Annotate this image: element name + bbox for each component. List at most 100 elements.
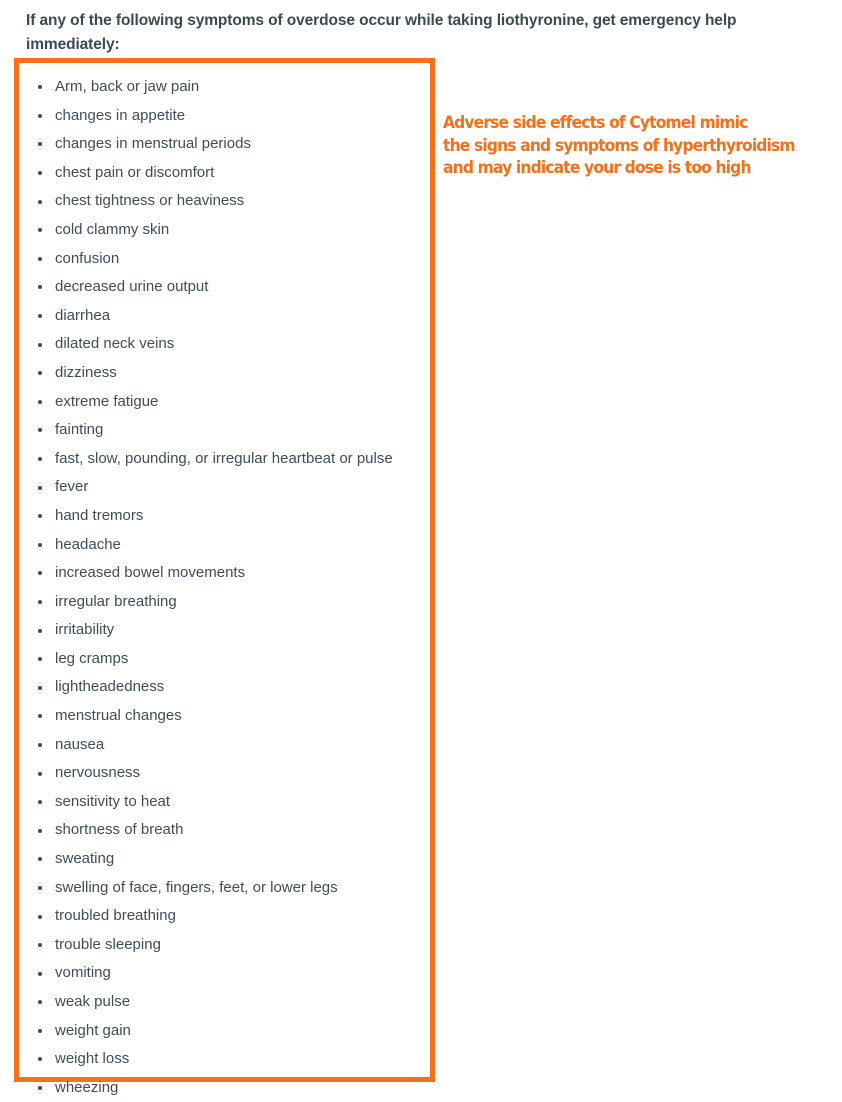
- bullet-icon: [38, 457, 42, 462]
- bullet-icon: [38, 571, 42, 576]
- bullet-icon: [38, 742, 42, 747]
- list-item-label: fainting: [55, 421, 104, 439]
- list-item: weak pulse: [19, 988, 430, 1017]
- list-item-label: shortness of breath: [55, 821, 184, 839]
- bullet-icon: [38, 85, 42, 90]
- list-item-label: troubled breathing: [55, 907, 176, 925]
- bullet-icon: [38, 914, 42, 919]
- bullet-icon: [38, 113, 42, 118]
- bullet-icon: [38, 399, 42, 404]
- list-item-label: nervousness: [55, 764, 141, 782]
- list-item: hand tremors: [19, 502, 430, 531]
- list-item: extreme fatigue: [19, 388, 430, 417]
- bullet-icon: [38, 599, 42, 604]
- list-item-label: leg cramps: [55, 649, 129, 667]
- list-item-label: changes in menstrual periods: [55, 135, 251, 153]
- list-item: troubled breathing: [19, 902, 430, 931]
- list-item-label: chest tightness or heaviness: [55, 192, 245, 210]
- list-item: sensitivity to heat: [19, 788, 430, 817]
- list-item-label: headache: [55, 535, 121, 553]
- list-item-label: lightheadedness: [55, 678, 165, 696]
- list-item: dilated neck veins: [19, 330, 430, 359]
- list-item: decreased urine output: [19, 273, 430, 302]
- bullet-icon: [38, 428, 42, 433]
- page-root: If any of the following symptoms of over…: [0, 0, 842, 1096]
- list-item: headache: [19, 531, 430, 560]
- bullet-icon: [38, 199, 42, 204]
- list-item-label: irritability: [55, 621, 115, 639]
- bullet-icon: [38, 885, 42, 890]
- list-item-label: sensitivity to heat: [55, 792, 171, 810]
- list-item: Arm, back or jaw pain: [19, 73, 430, 102]
- overdose-symptom-list: Arm, back or jaw pain changes in appetite…: [19, 73, 430, 1102]
- list-item: changes in menstrual periods: [19, 130, 430, 159]
- list-item: changes in appetite: [19, 102, 430, 131]
- bullet-icon: [38, 142, 42, 147]
- list-item: trouble sleeping: [19, 931, 430, 960]
- list-item-label: extreme fatigue: [55, 392, 159, 410]
- list-item: lightheadedness: [19, 673, 430, 702]
- annotation-line: and may indicate your dose is too high: [443, 158, 751, 177]
- list-item-label: swelling of face, fingers, feet, or lowe…: [55, 878, 338, 896]
- list-item-label: increased bowel movements: [55, 564, 246, 582]
- bullet-icon: [38, 1000, 42, 1005]
- bullet-icon: [38, 514, 42, 519]
- annotation-callout: Adverse side effects of Cytomel mimic the…: [443, 112, 833, 180]
- list-item: swelling of face, fingers, feet, or lowe…: [19, 874, 430, 903]
- list-item-label: weak pulse: [55, 993, 131, 1010]
- bullet-icon: [38, 285, 42, 290]
- list-item-label: confusion: [55, 249, 120, 267]
- bullet-icon: [38, 342, 42, 347]
- list-item: cold clammy skin: [19, 216, 430, 245]
- list-item: menstrual changes: [19, 702, 430, 731]
- list-item-label: trouble sleeping: [55, 935, 161, 953]
- list-item-label: diarrhea: [55, 306, 111, 324]
- list-item-label: dilated neck veins: [55, 335, 175, 353]
- list-item: fever: [19, 473, 430, 502]
- list-item-label: cold clammy skin: [55, 220, 170, 238]
- list-item: confusion: [19, 245, 430, 274]
- list-item-label: irregular breathing: [55, 592, 177, 610]
- bullet-icon: [38, 485, 42, 490]
- list-item-label: weight loss: [55, 1050, 130, 1068]
- list-item: shortness of breath: [19, 816, 430, 845]
- list-item-label: nausea: [55, 735, 105, 753]
- list-item: weight gain: [19, 1017, 430, 1046]
- bullet-icon: [38, 943, 42, 948]
- bullet-icon: [38, 714, 42, 719]
- bullet-icon: [38, 1086, 42, 1091]
- list-item-label: wheezing: [55, 1078, 119, 1096]
- list-item-label: dizziness: [55, 363, 117, 381]
- list-item-label: fast, slow, pounding, or irregular heart…: [55, 449, 393, 467]
- list-item: increased bowel movements: [19, 559, 430, 588]
- annotation-line: Adverse side effects of Cytomel mimic: [443, 113, 748, 132]
- list-item: vomiting: [19, 959, 430, 988]
- bullet-icon: [38, 171, 42, 176]
- bullet-icon: [38, 542, 42, 547]
- bullet-icon: [38, 256, 42, 261]
- bullet-icon: [38, 800, 42, 805]
- list-item-label: hand tremors: [55, 506, 144, 524]
- list-item: weight loss: [19, 1045, 430, 1074]
- list-item-label: Arm, back or jaw pain: [55, 78, 200, 95]
- list-item: diarrhea: [19, 302, 430, 331]
- bullet-icon: [38, 828, 42, 833]
- list-item-label: weight gain: [55, 1021, 131, 1039]
- bullet-icon: [38, 371, 42, 376]
- list-item: dizziness: [19, 359, 430, 388]
- list-item: nausea: [19, 731, 430, 760]
- list-item: leg cramps: [19, 645, 430, 674]
- bullet-icon: [38, 971, 42, 976]
- bullet-icon: [38, 771, 42, 776]
- bullet-icon: [38, 685, 42, 690]
- bullet-icon: [38, 657, 42, 662]
- page-title: If any of the following symptoms of over…: [26, 12, 737, 53]
- list-item: irregular breathing: [19, 588, 430, 617]
- list-item-label: changes in appetite: [55, 106, 186, 124]
- list-item-label: fever: [55, 478, 89, 496]
- list-item: fainting: [19, 416, 430, 445]
- list-item-label: vomiting: [55, 964, 111, 982]
- annotation-line: the signs and symptoms of hyperthyroidis…: [443, 135, 796, 155]
- list-item: irritability: [19, 616, 430, 645]
- list-item: chest tightness or heaviness: [19, 187, 430, 216]
